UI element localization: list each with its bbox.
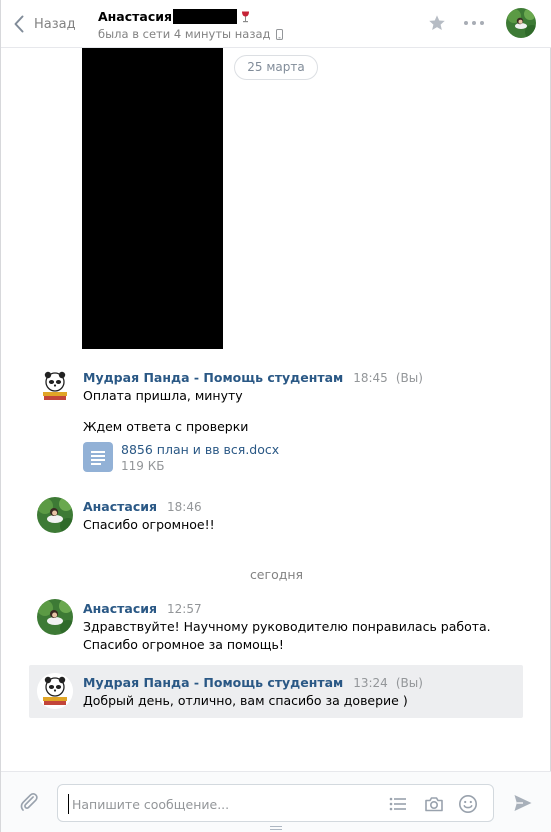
resize-grip[interactable] bbox=[270, 826, 282, 830]
star-icon[interactable] bbox=[428, 14, 446, 32]
message-time[interactable]: 18:46 bbox=[167, 500, 202, 514]
list-icon[interactable] bbox=[388, 794, 408, 814]
message-item[interactable]: Анастасия 12:57 Здравствуйте! Научному р… bbox=[1, 599, 551, 655]
message-input[interactable] bbox=[68, 794, 368, 814]
message-item[interactable]: Мудрая Панда - Помощь студентам 13:24 (В… bbox=[1, 673, 551, 713]
message-author[interactable]: Мудрая Панда - Помощь студентам bbox=[83, 370, 343, 385]
message-text: Добрый день, отлично, вам спасибо за дов… bbox=[83, 693, 408, 708]
peer-name: Анастасия bbox=[98, 9, 173, 24]
you-label: (Вы) bbox=[395, 371, 423, 385]
more-dot bbox=[464, 21, 468, 25]
peer-avatar[interactable] bbox=[506, 8, 536, 38]
peer-status: была в сети 4 минуты назад bbox=[98, 27, 271, 41]
chat-header: Назад Анастасия была в сети 4 минуты наз… bbox=[1, 0, 551, 48]
message-text: Спасибо огромное за помощь! bbox=[83, 637, 284, 652]
redacted-image[interactable] bbox=[82, 48, 223, 349]
document-attachment[interactable]: 8856 план и вв вся.docx 119 КБ bbox=[83, 442, 279, 474]
document-name[interactable]: 8856 план и вв вся.docx bbox=[121, 442, 279, 458]
message-text: Оплата пришла, минуту bbox=[83, 388, 243, 403]
chat-window: Назад Анастасия была в сети 4 минуты наз… bbox=[0, 0, 551, 832]
message-text: Ждем ответа с проверки bbox=[83, 419, 249, 434]
message-author[interactable]: Анастасия bbox=[83, 499, 157, 514]
back-button[interactable]: Назад bbox=[14, 14, 76, 34]
message-item[interactable]: Анастасия 18:46 Спасибо огромное!! bbox=[1, 497, 551, 537]
message-composer bbox=[1, 771, 551, 832]
day-separator: сегодня bbox=[249, 567, 304, 582]
document-size: 119 КБ bbox=[121, 459, 165, 473]
message-text: Здравствуйте! Научному руководителю понр… bbox=[83, 619, 491, 634]
smile-icon[interactable] bbox=[458, 794, 478, 814]
chevron-left-icon bbox=[14, 15, 24, 33]
message-text: Спасибо огромное!! bbox=[83, 517, 215, 532]
author-avatar[interactable] bbox=[37, 497, 73, 533]
send-icon[interactable] bbox=[513, 793, 533, 813]
date-pill: 25 марта bbox=[234, 55, 318, 80]
author-avatar[interactable] bbox=[37, 599, 73, 635]
author-avatar[interactable] bbox=[37, 368, 73, 404]
paperclip-icon[interactable] bbox=[18, 791, 40, 813]
message-input-box[interactable] bbox=[57, 784, 494, 822]
more-dot bbox=[480, 21, 484, 25]
message-author[interactable]: Анастасия bbox=[83, 601, 157, 616]
message-time[interactable]: 12:57 bbox=[167, 602, 202, 616]
back-label: Назад bbox=[34, 16, 76, 32]
message-time[interactable]: 13:24 bbox=[353, 676, 388, 690]
phone-icon bbox=[276, 28, 284, 40]
more-icon[interactable] bbox=[464, 21, 484, 25]
author-avatar[interactable] bbox=[37, 673, 73, 709]
camera-icon[interactable] bbox=[424, 794, 444, 814]
peer-info[interactable]: Анастасия была в сети 4 минуты назад bbox=[98, 8, 284, 41]
you-label: (Вы) bbox=[395, 676, 423, 690]
message-author[interactable]: Мудрая Панда - Помощь студентам bbox=[83, 675, 343, 690]
message-item[interactable]: Мудрая Панда - Помощь студентам 18:45 (В… bbox=[1, 368, 551, 478]
redacted-surname bbox=[173, 9, 238, 24]
message-time[interactable]: 18:45 bbox=[353, 371, 388, 385]
document-icon bbox=[83, 442, 113, 472]
more-dot bbox=[472, 21, 476, 25]
wine-glass-icon bbox=[242, 11, 250, 22]
